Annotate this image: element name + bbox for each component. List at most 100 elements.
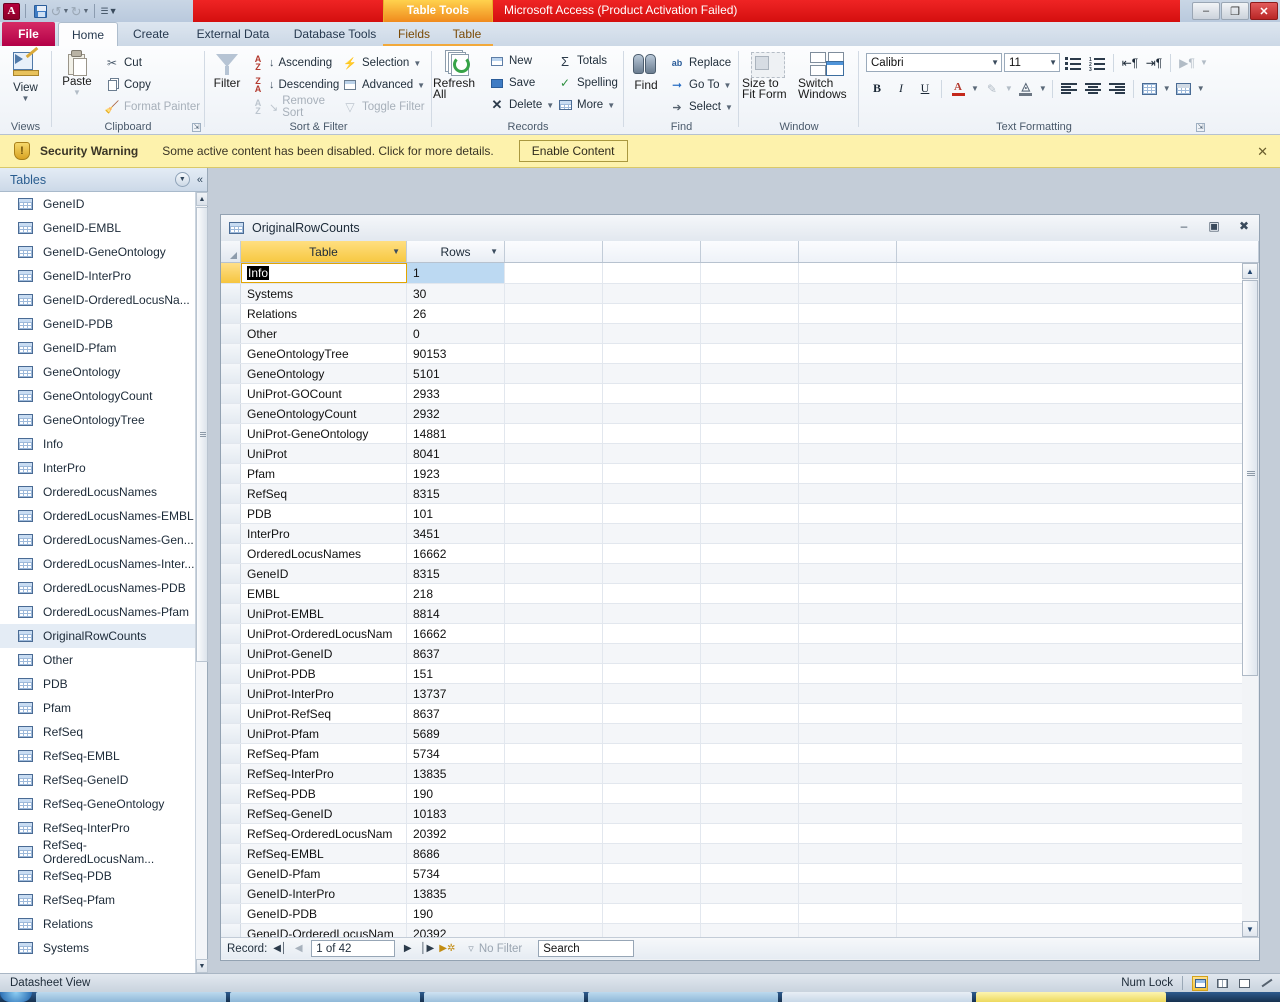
row-selector[interactable] [221, 904, 241, 923]
table-row[interactable]: GeneOntologyTree 90153 [221, 344, 1259, 364]
cell-blank-4[interactable] [799, 704, 897, 723]
cell-blank-3[interactable] [701, 424, 799, 443]
nav-scroll-up-icon[interactable]: ▲ [196, 192, 208, 206]
cell-rows[interactable]: 16662 [407, 624, 505, 643]
column-header-blank-5[interactable] [897, 241, 1259, 262]
cell-rows[interactable]: 5101 [407, 364, 505, 383]
cell-blank-4[interactable] [799, 544, 897, 563]
cell-rows[interactable]: 10183 [407, 804, 505, 823]
column-header-rows[interactable]: Rows ▼ [407, 241, 505, 262]
cell-table[interactable]: InterPro [241, 524, 407, 543]
cell-blank-1[interactable] [505, 344, 603, 363]
cell-blank-2[interactable] [603, 604, 701, 623]
cell-blank-2[interactable] [603, 924, 701, 937]
datasheet-column-headers[interactable]: Table ▼ Rows ▼ [221, 241, 1259, 263]
last-record-button[interactable]: │▶ [420, 943, 434, 954]
cell-rows[interactable]: 14881 [407, 424, 505, 443]
cell-blank-tail[interactable] [897, 604, 1259, 623]
cell-blank-2[interactable] [603, 564, 701, 583]
go-to-button[interactable]: ➞ Go To ▼ [667, 74, 737, 96]
cell-blank-4[interactable] [799, 724, 897, 743]
datasheet-restore-button[interactable]: ▣ [1205, 219, 1223, 233]
row-selector[interactable] [221, 684, 241, 703]
cell-blank-2[interactable] [603, 384, 701, 403]
redo-icon[interactable]: ↻ ▼ [71, 2, 90, 20]
cell-blank-4[interactable] [799, 424, 897, 443]
cell-rows[interactable]: 5734 [407, 864, 505, 883]
row-selector[interactable] [221, 604, 241, 623]
cell-table[interactable]: GeneOntology [241, 364, 407, 383]
sort-ascending-button[interactable]: A Z ↓ Ascending [248, 52, 340, 74]
row-selector[interactable] [221, 884, 241, 903]
cell-blank-4[interactable] [799, 664, 897, 683]
nav-item-other[interactable]: Other [0, 648, 196, 672]
table-row[interactable]: Systems 30 [221, 284, 1259, 304]
cell-blank-2[interactable] [603, 724, 701, 743]
nav-item-orderedlocusnames-pfam[interactable]: OrderedLocusNames-Pfam [0, 600, 196, 624]
cell-blank-1[interactable] [505, 484, 603, 503]
cell-blank-4[interactable] [799, 764, 897, 783]
cell-blank-4[interactable] [799, 884, 897, 903]
cell-blank-3[interactable] [701, 504, 799, 523]
table-row[interactable]: UniProt-GeneOntology 14881 [221, 424, 1259, 444]
table-row[interactable]: GeneID 8315 [221, 564, 1259, 584]
cell-blank-1[interactable] [505, 904, 603, 923]
cell-blank-2[interactable] [603, 844, 701, 863]
cell-blank-1[interactable] [505, 564, 603, 583]
table-row[interactable]: UniProt-GOCount 2933 [221, 384, 1259, 404]
nav-item-orderedlocusnames-inter-[interactable]: OrderedLocusNames-Inter... [0, 552, 196, 576]
table-row[interactable]: RefSeq-InterPro 13835 [221, 764, 1259, 784]
tab-create[interactable]: Create [122, 22, 180, 46]
cell-table[interactable]: Relations [241, 304, 407, 323]
cell-blank-1[interactable] [505, 324, 603, 343]
text-formatting-dialog-launcher[interactable]: ⇲ [1196, 123, 1205, 132]
cell-blank-tail[interactable] [897, 404, 1259, 423]
cell-blank-3[interactable] [701, 884, 799, 903]
cell-blank-2[interactable] [603, 324, 701, 343]
cell-blank-tail[interactable] [897, 684, 1259, 703]
clipboard-dialog-launcher[interactable]: ⇲ [192, 123, 201, 132]
double-chevron-left-icon[interactable]: « [197, 174, 203, 186]
cell-blank-3[interactable] [701, 263, 799, 283]
nav-item-geneid-pdb[interactable]: GeneID-PDB [0, 312, 196, 336]
cell-blank-2[interactable] [603, 624, 701, 643]
cell-blank-3[interactable] [701, 764, 799, 783]
datasheet-vertical-scrollbar[interactable]: ▲ ▼ [1242, 263, 1258, 937]
row-selector[interactable] [221, 784, 241, 803]
minimize-button[interactable]: – [1192, 2, 1220, 20]
cell-blank-1[interactable] [505, 284, 603, 303]
cell-blank-3[interactable] [701, 584, 799, 603]
table-row[interactable]: UniProt 8041 [221, 444, 1259, 464]
text-highlight-dropdown-icon[interactable]: ▼ [1005, 84, 1013, 93]
cell-rows[interactable]: 20392 [407, 824, 505, 843]
cell-blank-1[interactable] [505, 884, 603, 903]
cell-table[interactable]: GeneOntologyTree [241, 344, 407, 363]
datasheet-window-controls[interactable]: – ▣ ✖ [1175, 219, 1253, 233]
cell-table[interactable]: UniProt-PDB [241, 664, 407, 683]
nav-item-pfam[interactable]: Pfam [0, 696, 196, 720]
row-selector[interactable] [221, 664, 241, 683]
cell-blank-tail[interactable] [897, 724, 1259, 743]
cell-rows[interactable]: 2932 [407, 404, 505, 423]
row-selector[interactable] [221, 504, 241, 523]
column-header-blank-1[interactable] [505, 241, 603, 262]
cell-blank-4[interactable] [799, 263, 897, 283]
cell-blank-1[interactable] [505, 664, 603, 683]
align-left-icon[interactable] [1058, 78, 1080, 99]
paste-button[interactable]: Paste ▼ [52, 50, 102, 118]
cell-blank-3[interactable] [701, 724, 799, 743]
select-dropdown-icon[interactable]: ▼ [725, 103, 733, 112]
cell-blank-3[interactable] [701, 444, 799, 463]
cell-table[interactable]: RefSeq-Pfam [241, 744, 407, 763]
cell-rows[interactable]: 20392 [407, 924, 505, 937]
row-selector[interactable] [221, 844, 241, 863]
cell-table[interactable]: GeneID [241, 564, 407, 583]
cell-blank-tail[interactable] [897, 804, 1259, 823]
window-controls[interactable]: – ❐ ✕ [1192, 2, 1278, 20]
quick-access-toolbar[interactable]: A ↺ ▼ ↻ ▼ ☰▼ [0, 0, 118, 22]
cell-blank-3[interactable] [701, 604, 799, 623]
row-selector[interactable] [221, 464, 241, 483]
cell-blank-3[interactable] [701, 744, 799, 763]
cell-blank-1[interactable] [505, 263, 603, 283]
cell-blank-1[interactable] [505, 804, 603, 823]
